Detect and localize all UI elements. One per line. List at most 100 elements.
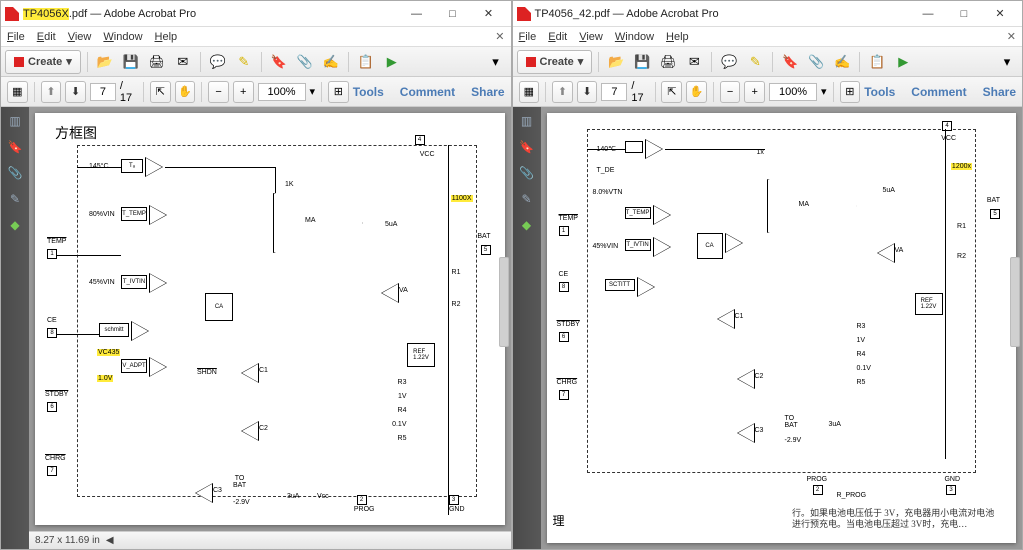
tools-link[interactable]: Tools <box>353 85 384 99</box>
menubar: File Edit View Window Help ✕ <box>513 27 1023 47</box>
page-input[interactable] <box>90 83 116 101</box>
zoom-in-button[interactable]: + <box>233 81 254 103</box>
zoom-in-button[interactable]: + <box>744 81 765 103</box>
vertical-scrollbar[interactable] <box>499 257 509 347</box>
share-link[interactable]: Share <box>471 85 504 99</box>
form-icon[interactable]: 📋 <box>866 51 888 73</box>
page-input[interactable] <box>601 83 627 101</box>
customize-icon[interactable]: ▾ <box>996 51 1018 73</box>
label-mosfet-x: 1100X <box>451 195 473 202</box>
chevron-down-icon: ▾ <box>66 55 72 68</box>
form-icon[interactable]: 📋 <box>355 51 377 73</box>
hand-tool-icon[interactable]: ✋ <box>175 81 196 103</box>
page-down-button[interactable]: ⬇ <box>577 81 598 103</box>
sign-icon[interactable]: ✍ <box>831 51 853 73</box>
select-tool-icon[interactable]: ⇱ <box>661 81 682 103</box>
print-icon[interactable]: 🖨 <box>146 51 168 73</box>
menu-window[interactable]: Window <box>103 31 142 43</box>
thumbnails-icon[interactable]: ▦ <box>7 81 28 103</box>
menu-view[interactable]: View <box>68 31 92 43</box>
bookmarks-panel-icon[interactable]: 🔖 <box>519 139 535 155</box>
minimize-button[interactable]: — <box>399 3 435 25</box>
menu-edit[interactable]: Edit <box>548 31 567 43</box>
tools-toggle-icon[interactable]: ⊞ <box>328 81 349 103</box>
zoom-out-button[interactable]: − <box>208 81 229 103</box>
select-tool-icon[interactable]: ⇱ <box>150 81 171 103</box>
toolbar-nav: ▦ ⬆ ⬇ / 17 ⇱ ✋ − + ▾ ⊞ Tools Comment Sha… <box>1 77 511 107</box>
menu-help[interactable]: Help <box>155 31 178 43</box>
titlebar[interactable]: TP4056X.pdf — Adobe Acrobat Pro — □ ✕ <box>1 1 511 27</box>
note-icon[interactable]: 💬 <box>207 51 229 73</box>
print-icon[interactable]: 🖨 <box>657 51 679 73</box>
menu-file[interactable]: File <box>7 31 25 43</box>
layers-panel-icon[interactable]: ◆ <box>519 217 535 233</box>
create-button[interactable]: Create ▾ <box>5 50 81 74</box>
menu-window[interactable]: Window <box>615 31 654 43</box>
customize-icon[interactable]: ▾ <box>485 51 507 73</box>
highlight-icon[interactable]: ✎ <box>233 51 255 73</box>
zoom-out-button[interactable]: − <box>720 81 741 103</box>
signatures-panel-icon[interactable]: ✎ <box>7 191 23 207</box>
tools-link[interactable]: Tools <box>864 85 895 99</box>
zoom-input[interactable] <box>769 83 817 101</box>
layers-panel-icon[interactable]: ◆ <box>7 217 23 233</box>
hand-tool-icon[interactable]: ✋ <box>686 81 707 103</box>
share-link[interactable]: Share <box>983 85 1016 99</box>
comment-link[interactable]: Comment <box>911 85 966 99</box>
note-icon[interactable]: 💬 <box>718 51 740 73</box>
thumbnails-panel-icon[interactable]: ▥ <box>519 113 535 129</box>
chevron-left-icon[interactable]: ◀ <box>106 535 114 546</box>
stamp-icon[interactable]: 🔖 <box>779 51 801 73</box>
mail-icon[interactable]: ✉ <box>172 51 194 73</box>
attachments-panel-icon[interactable]: 📎 <box>7 165 23 181</box>
maximize-button[interactable]: □ <box>435 3 471 25</box>
chevron-down-icon[interactable]: ▾ <box>310 85 316 98</box>
create-icon <box>526 57 536 67</box>
attach-icon[interactable]: 📎 <box>294 51 316 73</box>
chevron-down-icon[interactable]: ▾ <box>821 85 827 98</box>
zoom-input[interactable] <box>258 83 306 101</box>
save-icon[interactable]: 💾 <box>120 51 142 73</box>
pin-prog: PROG <box>354 506 375 513</box>
pin-stdby: STDBY <box>557 321 580 328</box>
thumbnails-panel-icon[interactable]: ▥ <box>7 113 23 129</box>
doc-close-icon[interactable]: ✕ <box>495 30 504 43</box>
page-up-button[interactable]: ⬆ <box>41 81 62 103</box>
sign-icon[interactable]: ✍ <box>320 51 342 73</box>
comment-link[interactable]: Comment <box>400 85 455 99</box>
menu-file[interactable]: File <box>519 31 537 43</box>
vertical-scrollbar[interactable] <box>1010 257 1020 347</box>
titlebar[interactable]: TP4056_42.pdf — Adobe Acrobat Pro — □ ✕ <box>513 1 1023 27</box>
maximize-button[interactable]: □ <box>946 3 982 25</box>
menu-edit[interactable]: Edit <box>37 31 56 43</box>
close-button[interactable]: ✕ <box>471 3 507 25</box>
document-view[interactable]: TEMP 1 CE 8 STDBY 6 CHRG 7 4 VCC BAT 5 P… <box>541 107 1023 549</box>
tools-toggle-icon[interactable]: ⊞ <box>840 81 861 103</box>
close-button[interactable]: ✕ <box>982 3 1018 25</box>
document-view[interactable]: 方框图 TEMP 1 CE 8 STDBY 6 CHRG 7 VCC 4 BAT… <box>29 107 511 549</box>
open-icon[interactable]: 📂 <box>94 51 116 73</box>
doc-close-icon[interactable]: ✕ <box>1007 30 1016 43</box>
bookmarks-panel-icon[interactable]: 🔖 <box>7 139 23 155</box>
circuit-diagram: TEMP 1 CE 8 STDBY 6 CHRG 7 4 VCC BAT 5 P… <box>557 123 1007 533</box>
attachments-panel-icon[interactable]: 📎 <box>519 165 535 181</box>
media-icon[interactable]: ▶ <box>892 51 914 73</box>
create-button[interactable]: Create ▾ <box>517 50 593 74</box>
minimize-button[interactable]: — <box>910 3 946 25</box>
page-down-button[interactable]: ⬇ <box>65 81 86 103</box>
menu-help[interactable]: Help <box>666 31 689 43</box>
open-icon[interactable]: 📂 <box>605 51 627 73</box>
diagram-title: 方框图 <box>55 123 97 143</box>
highlight-icon[interactable]: ✎ <box>744 51 766 73</box>
menu-view[interactable]: View <box>579 31 603 43</box>
page-up-button[interactable]: ⬆ <box>552 81 573 103</box>
save-icon[interactable]: 💾 <box>631 51 653 73</box>
window-controls: — □ ✕ <box>399 3 507 25</box>
stamp-icon[interactable]: 🔖 <box>268 51 290 73</box>
signatures-panel-icon[interactable]: ✎ <box>519 191 535 207</box>
media-icon[interactable]: ▶ <box>381 51 403 73</box>
page-total: / 17 <box>120 80 137 104</box>
thumbnails-icon[interactable]: ▦ <box>519 81 540 103</box>
attach-icon[interactable]: 📎 <box>805 51 827 73</box>
mail-icon[interactable]: ✉ <box>683 51 705 73</box>
